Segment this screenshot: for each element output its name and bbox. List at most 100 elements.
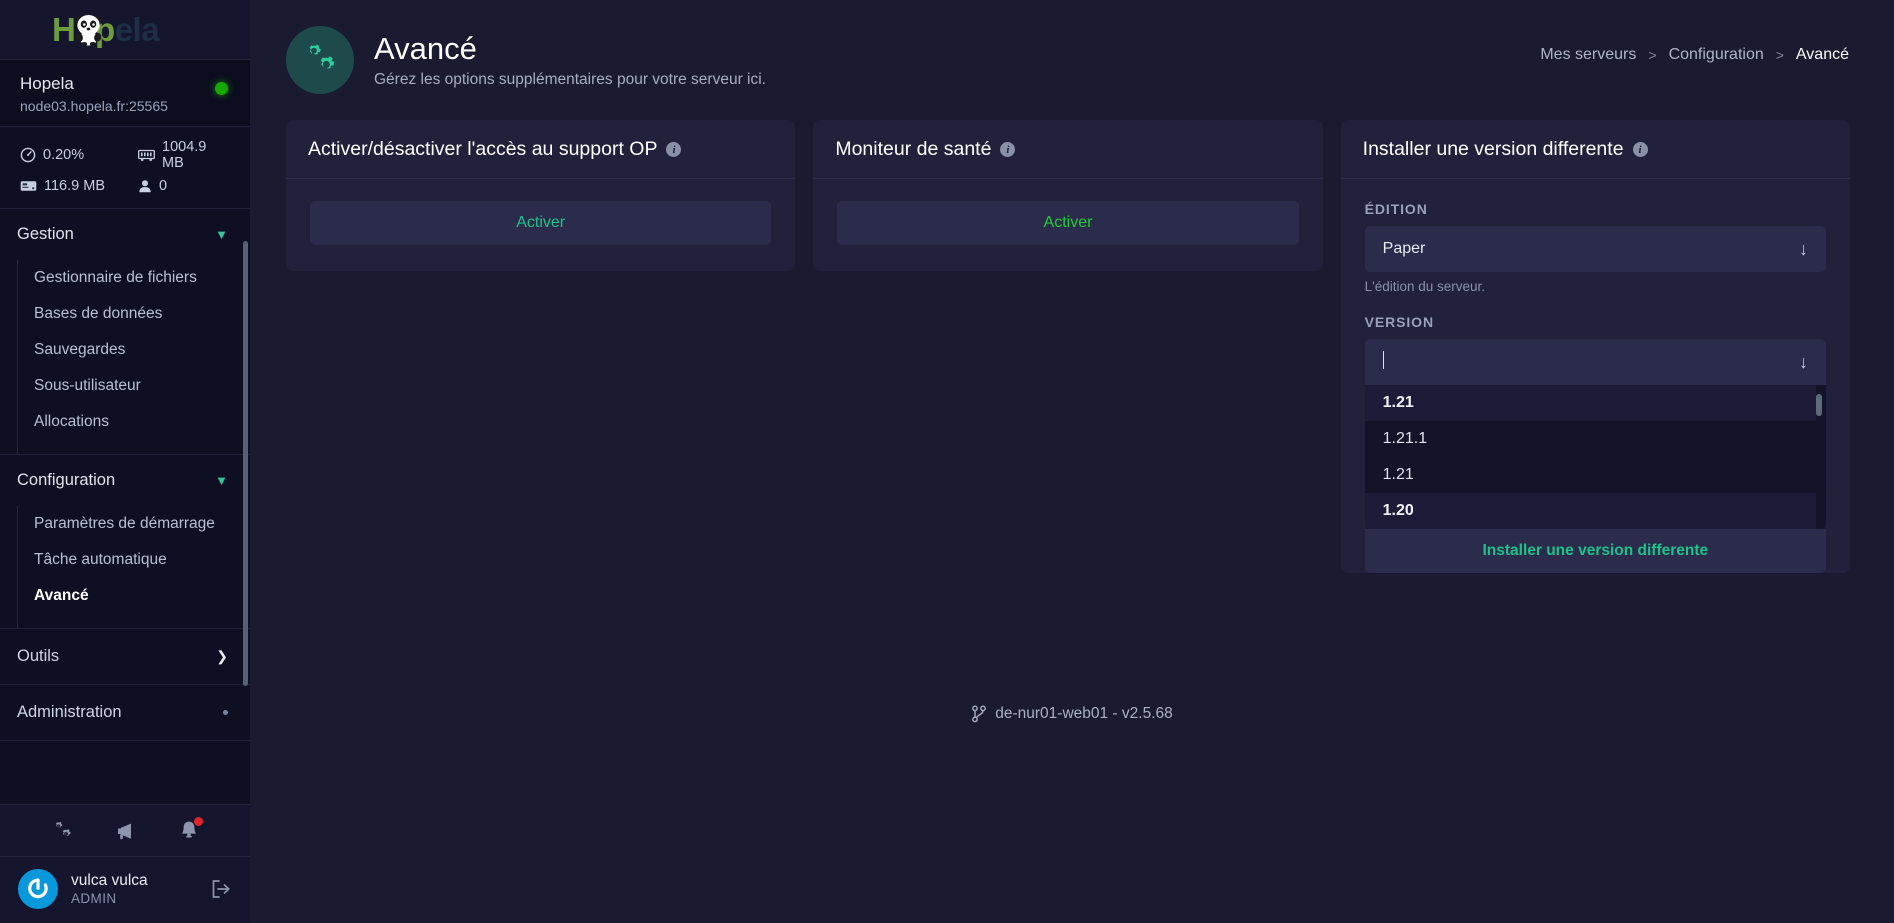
sidebar-item-tache-automatique[interactable]: Tâche automatique xyxy=(18,542,250,578)
footer: de-nur01-web01 - v2.5.68 xyxy=(250,705,1894,723)
version-dropdown-scrollbar-thumb[interactable] xyxy=(1815,394,1822,416)
info-icon[interactable]: i xyxy=(666,142,682,157)
card-health-monitor: Moniteur de santé i Activer xyxy=(813,120,1323,271)
stat-players-value: 0 xyxy=(159,178,168,194)
avatar[interactable] xyxy=(18,869,58,909)
logout-icon xyxy=(212,880,230,898)
info-icon[interactable]: i xyxy=(1000,142,1016,157)
stat-cpu-value: 0.20% xyxy=(43,147,85,163)
user-icon xyxy=(139,180,151,193)
text-caret xyxy=(1382,350,1384,369)
panda-icon xyxy=(75,14,102,46)
sidebar-item-parametres-de-demarrage[interactable]: Paramètres de démarrage xyxy=(18,506,250,542)
footer-text: de-nur01-web01 - v2.5.68 xyxy=(995,705,1173,722)
server-stats: 0.20% 1004.9 MB 116.9 MB 0 xyxy=(0,127,250,209)
harddrive-icon xyxy=(20,181,37,191)
brand-logo-text: Hopela xyxy=(52,10,160,48)
edition-help-text: L'édition du serveur. xyxy=(1364,279,1486,294)
card-op-support: Activer/désactiver l'accès au support OP… xyxy=(286,120,796,271)
stat-players: 0 xyxy=(138,178,230,194)
user-role: ADMIN xyxy=(71,891,117,906)
nav-section-gestion: Gestion ▼ Gestionnaire de fichiers Bases… xyxy=(0,209,250,455)
card-title: Moniteur de santé xyxy=(835,138,992,160)
sidebar-item-avance[interactable]: Avancé xyxy=(18,578,250,614)
sidebar-item-sauvegardes[interactable]: Sauvegardes xyxy=(18,332,250,368)
page-title: Avancé xyxy=(374,30,477,66)
card-title: Activer/désactiver l'accès au support OP xyxy=(308,138,658,160)
edition-select[interactable]: Paper ↓ xyxy=(1364,226,1826,272)
power-avatar-icon xyxy=(28,878,48,899)
edition-field-label: ÉDITION xyxy=(1364,201,1428,217)
memory-icon xyxy=(138,149,155,161)
breadcrumb-item-mes-serveurs[interactable]: Mes serveurs xyxy=(1540,46,1636,64)
sidebar-navigation: Gestion ▼ Gestionnaire de fichiers Bases… xyxy=(0,209,250,804)
nav-section-configuration: Configuration ▼ Paramètres de démarrage … xyxy=(0,455,250,629)
settings-gears-icon[interactable] xyxy=(51,821,73,841)
bell-icon[interactable] xyxy=(179,817,203,841)
sidebar-item-allocations[interactable]: Allocations xyxy=(18,404,250,440)
info-icon[interactable]: i xyxy=(1632,142,1648,157)
version-option-group-1-20[interactable]: 1.20 xyxy=(1364,493,1816,529)
breadcrumb: Mes serveurs > Configuration > Avancé xyxy=(1540,46,1849,64)
megaphone-icon[interactable] xyxy=(115,821,137,841)
activate-op-support-button[interactable]: Activer xyxy=(310,201,772,245)
user-panel[interactable]: vulca vulca ADMIN xyxy=(0,857,250,923)
card-body: ÉDITION Paper ↓ L'édition du serveur. VE… xyxy=(1341,179,1850,573)
sidebar-item-bases-de-donnees[interactable]: Bases de données xyxy=(18,296,250,332)
gears-icon xyxy=(286,26,354,94)
breadcrumb-item-configuration[interactable]: Configuration xyxy=(1669,46,1764,64)
stat-cpu: 0.20% xyxy=(20,139,138,171)
version-dropdown-scrollbar[interactable] xyxy=(1815,389,1824,525)
version-option-group-1-21[interactable]: 1.21 xyxy=(1364,385,1816,421)
card-header: Activer/désactiver l'accès au support OP… xyxy=(286,120,796,179)
card-body: Activer xyxy=(286,179,795,271)
version-select[interactable]: ↓ xyxy=(1364,339,1826,385)
gauge-icon xyxy=(20,147,36,163)
server-status-dot xyxy=(215,82,228,95)
sidebar: Hopela Hopela node03.hopela.fr:25565 xyxy=(0,0,250,923)
notification-badge xyxy=(194,817,203,826)
sidebar-scrollbar[interactable] xyxy=(242,209,250,804)
nav-sublist-gestion: Gestionnaire de fichiers Bases de donnée… xyxy=(17,260,250,454)
version-dropdown-list[interactable]: 1.21 1.21.1 1.21 1.20 xyxy=(1364,385,1826,529)
sidebar-item-sous-utilisateur[interactable]: Sous-utilisateur xyxy=(18,368,250,404)
nav-section-label: Configuration xyxy=(17,471,116,489)
version-field-label: VERSION xyxy=(1364,314,1434,330)
install-version-button[interactable]: Installer une version differente xyxy=(1364,529,1826,573)
sidebar-item-gestionnaire-de-fichiers[interactable]: Gestionnaire de fichiers xyxy=(18,260,250,296)
breadcrumb-item-avance: Avancé xyxy=(1795,46,1849,63)
activate-health-monitor-button[interactable]: Activer xyxy=(837,201,1299,245)
version-option-1-21-1[interactable]: 1.21.1 xyxy=(1365,421,1826,457)
version-option-1-21[interactable]: 1.21 xyxy=(1365,457,1826,493)
sidebar-item-label: Administration xyxy=(17,703,122,721)
sidebar-item-administration[interactable]: Administration xyxy=(0,685,250,741)
edition-select-value: Paper xyxy=(1382,240,1426,257)
arrow-down-icon: ↓ xyxy=(1798,239,1808,259)
main-content: Avancé Gérez les options supplémentaires… xyxy=(250,0,1894,923)
server-host: node03.hopela.fr:25565 xyxy=(20,98,168,114)
page-header: Avancé Gérez les options supplémentaires… xyxy=(250,0,1894,120)
version-select-value xyxy=(1382,350,1799,374)
sidebar-item-outils[interactable]: Outils ❯ xyxy=(0,629,250,685)
stat-disk: 116.9 MB xyxy=(20,178,138,194)
sidebar-item-label: Outils xyxy=(17,647,60,665)
stat-disk-value: 116.9 MB xyxy=(44,178,105,194)
sidebar-scrollbar-thumb[interactable] xyxy=(243,241,248,686)
stat-memory-value: 1004.9 MB xyxy=(162,139,207,171)
server-name: Hopela xyxy=(20,74,74,93)
nav-sublist-configuration: Paramètres de démarrage Tâche automatiqu… xyxy=(17,506,250,628)
arrow-down-icon: ↓ xyxy=(1798,352,1808,372)
nav-section-header-gestion[interactable]: Gestion ▼ xyxy=(0,209,250,260)
cards-row: Activer/désactiver l'accès au support OP… xyxy=(250,120,1894,573)
brand-logo[interactable]: Hopela xyxy=(0,0,250,60)
card-title: Installer une version differente xyxy=(1362,138,1624,160)
breadcrumb-separator: > xyxy=(1648,47,1657,63)
chevron-right-icon: ❯ xyxy=(216,648,228,664)
nav-section-label: Gestion xyxy=(17,225,74,243)
nav-section-header-configuration[interactable]: Configuration ▼ xyxy=(0,455,250,506)
page-title-block: Avancé Gérez les options supplémentaires… xyxy=(374,31,766,90)
card-install-version: Installer une version differente i ÉDITI… xyxy=(1340,120,1850,573)
logout-button[interactable] xyxy=(210,879,232,899)
card-header: Moniteur de santé i xyxy=(813,120,1323,179)
card-header: Installer une version differente i xyxy=(1340,120,1850,179)
